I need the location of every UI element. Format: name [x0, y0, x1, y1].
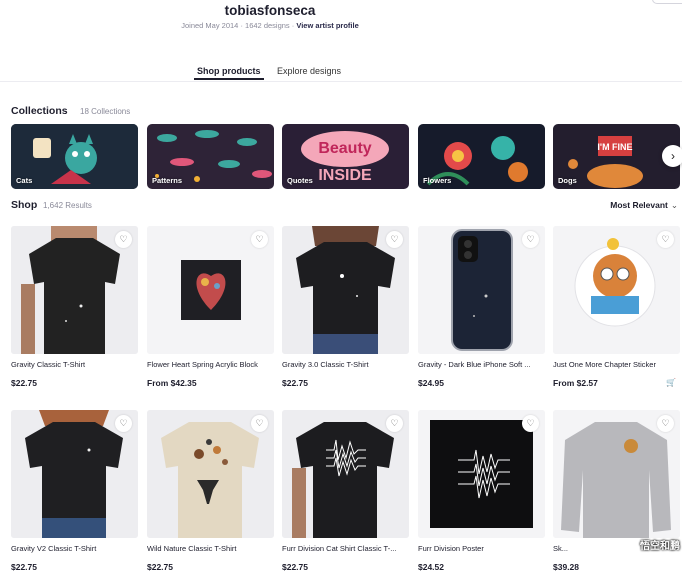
sort-label: Most Relevant [610, 200, 668, 210]
artist-name: tobiasfonseca [224, 3, 316, 18]
heart-icon[interactable]: ♡ [386, 231, 403, 248]
product-title[interactable]: Furr Division Poster [418, 544, 545, 553]
design-count: 1642 designs [245, 21, 290, 30]
tab-explore-designs[interactable]: Explore designs [277, 66, 341, 76]
collections-title: Collections [11, 105, 68, 117]
collection-label: Flowers [423, 176, 452, 185]
collection-label: Quotes [287, 176, 313, 185]
collection-quotes[interactable]: Beauty INSIDE Quotes [282, 124, 409, 189]
shop-count: 1,642 Results [43, 201, 92, 210]
svg-text:Beauty: Beauty [318, 140, 371, 157]
heart-icon[interactable]: ♡ [386, 415, 403, 432]
product-price: From $42.35 [147, 378, 197, 388]
heart-icon[interactable]: ♡ [251, 231, 268, 248]
product-price: $22.75 [11, 562, 37, 572]
product-title[interactable]: Just One More Chapter Sticker [553, 360, 680, 369]
product-price: $22.75 [11, 378, 37, 388]
product-price: $24.95 [418, 378, 444, 388]
artist-meta: Joined May 2014 · 1642 designs · View ar… [181, 21, 359, 30]
view-profile-link[interactable]: View artist profile [296, 21, 358, 30]
product-price: $22.75 [147, 562, 173, 572]
heart-icon[interactable]: ♡ [657, 415, 674, 432]
product-price: From $2.57 [553, 378, 598, 388]
shop-title: Shop [11, 199, 38, 211]
collection-cats[interactable]: Cats [11, 124, 138, 189]
joined-date: Joined May 2014 [181, 21, 239, 30]
product-price: $22.75 [282, 562, 308, 572]
product-price: $39.28 [553, 562, 579, 572]
product-price: $22.75 [282, 378, 308, 388]
product-title[interactable]: Furr Division Cat Shirt Classic T-... [282, 544, 409, 553]
watermark-text: 悟空和鹏 [640, 541, 680, 552]
header-corner-button[interactable] [652, 0, 682, 4]
heart-icon[interactable]: ♡ [522, 231, 539, 248]
tab-shop-products[interactable]: Shop products [197, 66, 261, 76]
collection-patterns[interactable]: Patterns [147, 124, 274, 189]
heart-icon[interactable]: ♡ [522, 415, 539, 432]
collection-label: Patterns [152, 176, 183, 185]
collection-dogs[interactable]: I'M FINE Dogs [553, 124, 680, 189]
product-title[interactable]: Gravity 3.0 Classic T-Shirt [282, 360, 409, 369]
tab-bar: Shop products Explore designs [0, 58, 682, 82]
product-title[interactable]: Gravity Classic T-Shirt [11, 360, 138, 369]
svg-text:I'M FINE: I'M FINE [597, 142, 632, 152]
chevron-right-icon[interactable]: › [662, 145, 682, 167]
heart-icon[interactable]: ♡ [115, 415, 132, 432]
svg-text:INSIDE: INSIDE [318, 167, 372, 184]
chevron-down-icon: ⌄ [670, 200, 678, 210]
collection-flowers[interactable]: Flowers [418, 124, 545, 189]
collections-count: 18 Collections [80, 107, 131, 116]
product-price: $24.52 [418, 562, 444, 572]
product-title[interactable]: Flower Heart Spring Acrylic Block [147, 360, 274, 369]
heart-icon[interactable]: ♡ [657, 231, 674, 248]
heart-icon[interactable]: ♡ [251, 415, 268, 432]
collection-label: Dogs [558, 176, 577, 185]
product-title[interactable]: Wild Nature Classic T-Shirt [147, 544, 274, 553]
product-title[interactable]: Gravity - Dark Blue iPhone Soft ... [418, 360, 545, 369]
collection-label: Cats [16, 176, 33, 185]
heart-icon[interactable]: ♡ [115, 231, 132, 248]
active-tab-indicator [194, 78, 264, 80]
sort-dropdown[interactable]: Most Relevant ⌄ [610, 200, 678, 211]
cart-icon[interactable]: 🛒 [666, 378, 676, 387]
product-title[interactable]: Gravity V2 Classic T-Shirt [11, 544, 138, 553]
